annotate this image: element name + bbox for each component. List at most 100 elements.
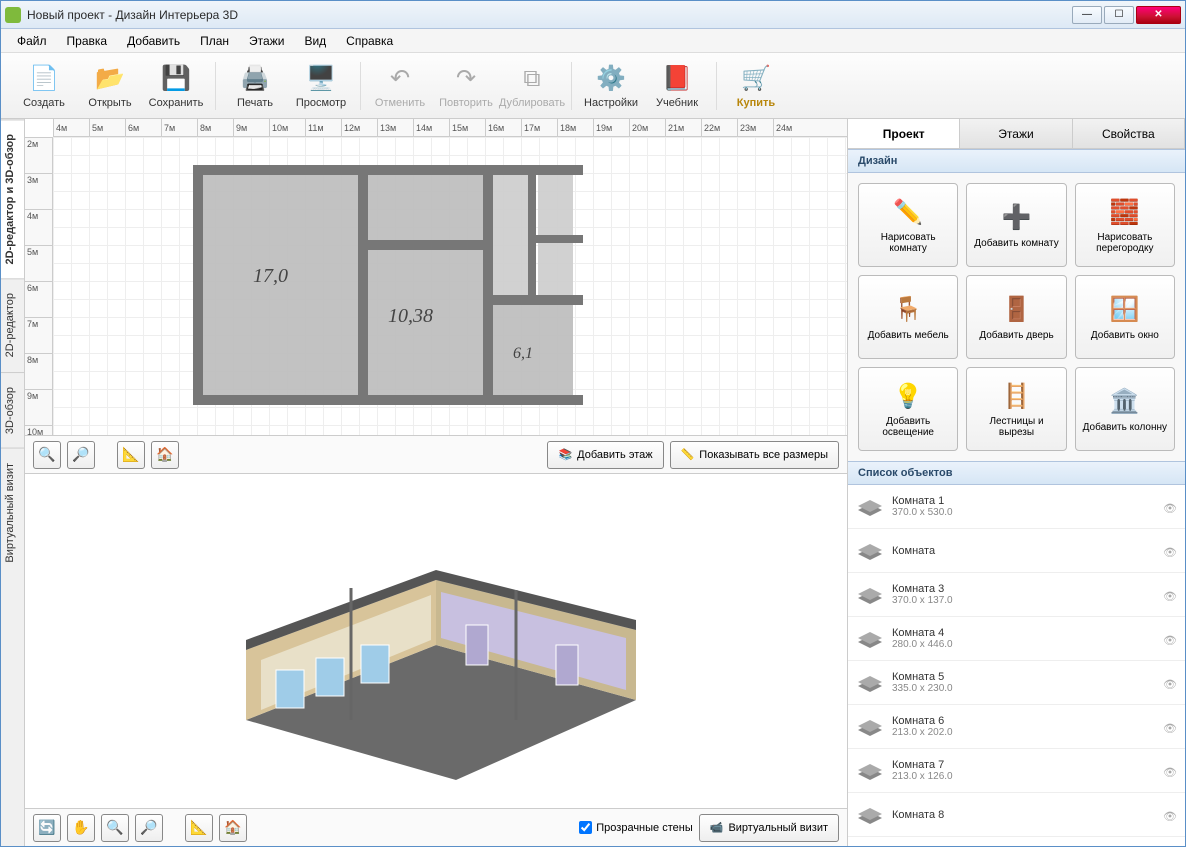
save-button[interactable]: 💾Сохранить: [143, 56, 209, 116]
visibility-icon[interactable]: 👁: [1163, 678, 1177, 688]
room-icon: [856, 584, 884, 606]
tab-virtual-visit[interactable]: Виртуальный визит: [1, 448, 24, 577]
tool-label: Лестницы и вырезы: [971, 416, 1061, 438]
tool-icon: ➕: [1000, 202, 1032, 234]
measure-3d-button[interactable]: 📐: [185, 814, 213, 842]
create-button[interactable]: 📄Создать: [11, 56, 77, 116]
tool-icon: 🪟: [1109, 294, 1141, 326]
maximize-button[interactable]: ☐: [1104, 6, 1134, 24]
design-tool-button[interactable]: 🪜Лестницы и вырезы: [966, 367, 1066, 451]
object-name: Комната: [892, 545, 1163, 557]
visibility-icon[interactable]: 👁: [1163, 502, 1177, 512]
redo-icon: ↷: [450, 63, 482, 95]
measure-button[interactable]: 📐: [117, 441, 145, 469]
dimensions-icon: 📏: [681, 448, 695, 461]
design-tool-button[interactable]: 🪑 Добавить мебель: [858, 275, 958, 359]
object-name: Комната 5: [892, 671, 1163, 683]
design-tool-button[interactable]: ➕Добавить комнату: [966, 183, 1066, 267]
menu-edit[interactable]: Правка: [57, 31, 118, 51]
menu-plan[interactable]: План: [190, 31, 239, 51]
home-3d-button[interactable]: 🏠: [219, 814, 247, 842]
visibility-icon[interactable]: 👁: [1163, 810, 1177, 820]
ruler-tick: 19м: [593, 119, 629, 136]
show-dimensions-button[interactable]: 📏Показывать все размеры: [670, 441, 839, 469]
3d-viewport[interactable]: 🔄 ✋ 🔍 🔎 📐 🏠 Прозрачные стены 📹Виртуальны…: [25, 474, 847, 846]
ruler-horizontal: 4м5м6м7м8м9м10м11м12м13м14м15м16м17м18м1…: [53, 119, 847, 137]
print-button[interactable]: 🖨️Печать: [222, 56, 288, 116]
design-tool-button[interactable]: 🚪Добавить дверь: [966, 275, 1066, 359]
design-tool-button[interactable]: 🏛️Добавить колонну: [1075, 367, 1175, 451]
menu-view[interactable]: Вид: [294, 31, 336, 51]
ruler-vertical: 2м3м4м5м6м7м8м9м10м: [25, 137, 53, 435]
design-tool-button[interactable]: ✏️Нарисовать комнату: [858, 183, 958, 267]
ruler-tick: 20м: [629, 119, 665, 136]
tab-2d-editor[interactable]: 2D-редактор: [1, 278, 24, 371]
visibility-icon[interactable]: 👁: [1163, 546, 1177, 556]
tab-2d-3d[interactable]: 2D-редактор и 3D-обзор: [1, 119, 24, 278]
ruler-tick: 24м: [773, 119, 809, 136]
duplicate-button[interactable]: ⧉Дублировать: [499, 56, 565, 116]
object-name: Комната 4: [892, 627, 1163, 639]
tutorial-button[interactable]: 📕Учебник: [644, 56, 710, 116]
object-list[interactable]: Комната 1370.0 x 530.0👁Комната👁Комната 3…: [848, 485, 1185, 846]
zoom-out-3d-button[interactable]: 🔍: [101, 814, 129, 842]
menu-help[interactable]: Справка: [336, 31, 403, 51]
tab-properties[interactable]: Свойства: [1073, 119, 1185, 148]
visibility-icon[interactable]: 👁: [1163, 722, 1177, 732]
zoom-in-button[interactable]: 🔎: [67, 441, 95, 469]
add-floor-button[interactable]: 📚Добавить этаж: [547, 441, 663, 469]
object-row[interactable]: Комната 3370.0 x 137.0👁: [848, 573, 1185, 617]
tab-floors[interactable]: Этажи: [960, 119, 1072, 148]
window-title: Новый проект - Дизайн Интерьера 3D: [27, 8, 1072, 22]
visibility-icon[interactable]: 👁: [1163, 766, 1177, 776]
menu-floors[interactable]: Этажи: [239, 31, 294, 51]
design-tool-button[interactable]: 💡Добавить освещение: [858, 367, 958, 451]
object-row[interactable]: Комната 7213.0 x 126.0👁: [848, 749, 1185, 793]
floor-plan[interactable]: 17,0 10,38 6,1: [193, 165, 583, 405]
preview-button[interactable]: 🖥️Просмотр: [288, 56, 354, 116]
objects-section-header: Список объектов: [848, 461, 1185, 485]
virtual-visit-button[interactable]: 📹Виртуальный визит: [699, 814, 839, 842]
object-row[interactable]: Комната 8👁: [848, 793, 1185, 837]
zoom-in-3d-button[interactable]: 🔎: [135, 814, 163, 842]
tab-3d-view[interactable]: 3D-обзор: [1, 372, 24, 448]
redo-button[interactable]: ↷Повторить: [433, 56, 499, 116]
ruler-tick: 13м: [377, 119, 413, 136]
toolbar: 📄Создать 📂Открыть 💾Сохранить 🖨️Печать 🖥️…: [1, 53, 1185, 119]
tab-project[interactable]: Проект: [848, 119, 960, 148]
room-icon: [856, 716, 884, 738]
visibility-icon[interactable]: 👁: [1163, 590, 1177, 600]
object-name: Комната 8: [892, 809, 1163, 821]
3d-model[interactable]: [206, 520, 666, 800]
transparent-walls-checkbox[interactable]: Прозрачные стены: [579, 821, 692, 834]
pan-button[interactable]: ✋: [67, 814, 95, 842]
object-row[interactable]: Комната 5335.0 x 230.0👁: [848, 661, 1185, 705]
open-button[interactable]: 📂Открыть: [77, 56, 143, 116]
tool-icon: 🪑: [892, 294, 924, 326]
object-row[interactable]: Комната 1370.0 x 530.0👁: [848, 485, 1185, 529]
home-button[interactable]: 🏠: [151, 441, 179, 469]
room-icon: [856, 540, 884, 562]
object-dimensions: 213.0 x 202.0: [892, 727, 1163, 738]
object-row[interactable]: Комната 6213.0 x 202.0👁: [848, 705, 1185, 749]
minimize-button[interactable]: —: [1072, 6, 1102, 24]
orbit-button[interactable]: 🔄: [33, 814, 61, 842]
close-button[interactable]: ✕: [1136, 6, 1181, 24]
visibility-icon[interactable]: 👁: [1163, 634, 1177, 644]
book-icon: 📕: [661, 63, 693, 95]
2d-viewport[interactable]: 4м5м6м7м8м9м10м11м12м13м14м15м16м17м18м1…: [25, 119, 847, 474]
menu-file[interactable]: Файл: [7, 31, 57, 51]
2d-canvas[interactable]: 17,0 10,38 6,1: [53, 137, 847, 435]
zoom-out-button[interactable]: 🔍: [33, 441, 61, 469]
ruler-tick: 22м: [701, 119, 737, 136]
menu-add[interactable]: Добавить: [117, 31, 190, 51]
design-tool-button[interactable]: 🧱Нарисовать перегородку: [1075, 183, 1175, 267]
object-row[interactable]: Комната 4280.0 x 446.0👁: [848, 617, 1185, 661]
buy-button[interactable]: 🛒Купить: [723, 56, 789, 116]
ruler-tick: 17м: [521, 119, 557, 136]
undo-button[interactable]: ↶Отменить: [367, 56, 433, 116]
design-tool-button[interactable]: 🪟Добавить окно: [1075, 275, 1175, 359]
object-row[interactable]: Комната👁: [848, 529, 1185, 573]
settings-button[interactable]: ⚙️Настройки: [578, 56, 644, 116]
tool-label: Добавить мебель: [868, 330, 949, 341]
